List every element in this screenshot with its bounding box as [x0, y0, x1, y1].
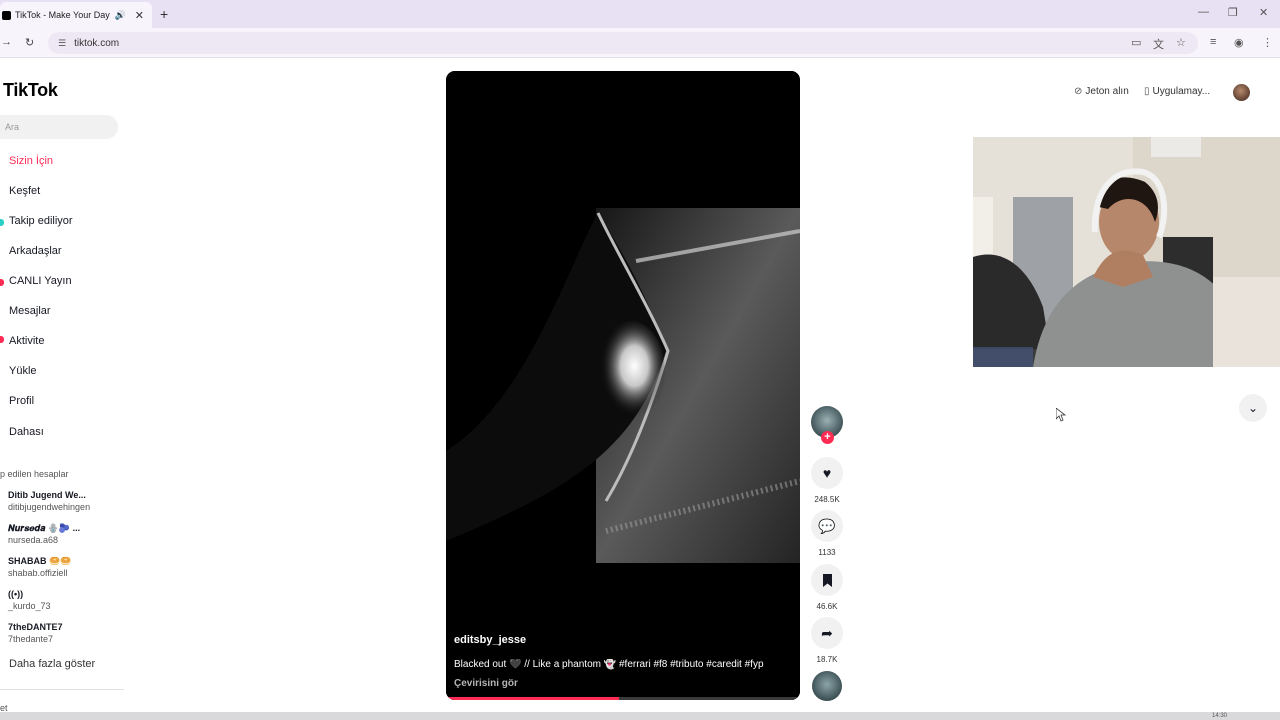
- save-button[interactable]: [811, 564, 843, 596]
- nav-for-you[interactable]: Sizin İçin: [9, 155, 53, 167]
- url-field[interactable]: ☰ tiktok.com: [48, 32, 1198, 54]
- close-window-icon[interactable]: ✕: [1259, 6, 1268, 19]
- account-handle: nurseda.a68: [8, 535, 59, 545]
- account-name: ((•)): [8, 589, 24, 599]
- nav-following[interactable]: Takip ediliyor: [9, 215, 73, 227]
- browser-tab-strip: TikTok - Make Your Day 🔊 ✕ + — ❐ ✕: [0, 0, 1280, 28]
- minimize-icon[interactable]: —: [1198, 6, 1209, 18]
- like-count: 248.5K: [814, 495, 840, 504]
- bookmark-star-icon[interactable]: ☆: [1176, 36, 1186, 49]
- activity-indicator: [0, 336, 4, 343]
- phone-icon: ▯: [1144, 86, 1150, 97]
- forward-icon[interactable]: →: [1, 36, 12, 48]
- media-control-icon[interactable]: ≡: [1210, 36, 1216, 48]
- follow-plus-icon[interactable]: +: [821, 431, 834, 444]
- account-name: Ditib Jugend We...: [8, 490, 86, 500]
- followed-account[interactable]: 7theDANTE7 7thedante7: [8, 621, 63, 645]
- see-translation-link[interactable]: Çevirisini gör: [454, 678, 518, 689]
- share-button[interactable]: ➦: [811, 617, 843, 649]
- url-text: tiktok.com: [74, 37, 120, 49]
- webcam-feed: [973, 137, 1280, 367]
- see-more-link[interactable]: Daha fazla göster: [9, 658, 95, 670]
- followed-accounts-title: p edilen hesaplar: [0, 469, 69, 479]
- sidebar-divider: [0, 689, 124, 690]
- comment-count: 1133: [818, 548, 836, 557]
- taskbar-clock: 14:30: [1212, 713, 1228, 719]
- restore-icon[interactable]: ❐: [1228, 6, 1238, 19]
- browser-tab[interactable]: TikTok - Make Your Day 🔊 ✕: [0, 2, 152, 28]
- account-handle: ditibjugendwehingen: [8, 502, 91, 512]
- nav-friends[interactable]: Arkadaşlar: [9, 245, 62, 257]
- followed-account[interactable]: SHABAB 🥯🥯 shabab.offiziell: [8, 555, 71, 579]
- tab-title: TikTok - Make Your Day: [15, 10, 110, 20]
- site-info-icon[interactable]: ☰: [58, 38, 66, 49]
- account-name: 7theDANTE7: [8, 622, 63, 632]
- account-handle: shabab.offiziell: [8, 568, 68, 578]
- new-tab-icon[interactable]: +: [160, 6, 168, 22]
- video-frame: [446, 71, 800, 700]
- profile-icon[interactable]: ◉: [1234, 36, 1244, 49]
- next-video-button[interactable]: ⌄: [1239, 394, 1267, 422]
- chevron-down-icon: ⌄: [1247, 401, 1259, 415]
- address-bar-row: → ↻ ☰ tiktok.com ▭ 文 ☆ ≡ ◉ ⋮: [0, 28, 1280, 58]
- get-app-button[interactable]: ▯ Uygulamay...: [1144, 86, 1210, 97]
- nav-live[interactable]: CANLI Yayın: [9, 275, 72, 287]
- video-progress-fill: [446, 697, 620, 700]
- coin-icon: ⊘: [1074, 86, 1083, 97]
- heart-icon: ♥: [822, 465, 832, 481]
- video-author[interactable]: editsby_jesse: [454, 634, 526, 646]
- account-name: 𝑵𝒖𝒓𝒔𝒆𝒅𝒂 🪬🫐 ...: [8, 523, 81, 533]
- nav-activity[interactable]: Aktivite: [9, 335, 44, 347]
- bookmark-icon: [822, 573, 832, 587]
- video-player[interactable]: editsby_jesse Blacked out 🖤 // Like a ph…: [446, 71, 800, 700]
- followed-account[interactable]: 𝑵𝒖𝒓𝒔𝒆𝒅𝒂 🪬🫐 ... nurseda.a68: [8, 522, 80, 546]
- like-button[interactable]: ♥: [811, 457, 843, 489]
- taskbar: [0, 712, 1280, 720]
- followed-account[interactable]: ((•)) _kurdo_73: [8, 588, 51, 612]
- get-coins-button[interactable]: ⊘ Jeton alın: [1074, 86, 1129, 97]
- share-count: 18.7K: [816, 655, 838, 664]
- get-coins-label: Jeton alın: [1085, 86, 1129, 97]
- video-caption: Blacked out 🖤 // Like a phantom 👻 #ferra…: [454, 659, 764, 670]
- mouse-cursor-icon: [1056, 408, 1066, 422]
- webcam-overlay: [973, 137, 1280, 367]
- tiktok-favicon-icon: [2, 10, 11, 20]
- nav-explore[interactable]: Keşfet: [9, 185, 40, 197]
- get-app-label: Uygulamay...: [1152, 86, 1211, 97]
- account-name: SHABAB 🥯🥯: [8, 556, 72, 566]
- sound-disc-avatar[interactable]: [812, 671, 842, 701]
- translate-icon[interactable]: 文: [1153, 36, 1164, 52]
- nav-messages[interactable]: Mesajlar: [9, 305, 51, 317]
- nav-upload[interactable]: Yükle: [9, 365, 37, 377]
- user-avatar[interactable]: [1233, 84, 1250, 101]
- account-handle: _kurdo_73: [8, 601, 51, 611]
- share-arrow-icon: ➦: [821, 624, 833, 641]
- comment-icon: 💬: [818, 517, 836, 534]
- video-progress-bar[interactable]: [446, 697, 800, 700]
- sidebar: TikTok Ara Sizin İçin Keşfet Takip edili…: [0, 58, 128, 720]
- speaker-icon[interactable]: 🔊: [115, 10, 126, 21]
- tiktok-logo[interactable]: TikTok: [3, 80, 58, 101]
- followed-account[interactable]: Ditib Jugend We... ditibjugendwehingen: [8, 489, 90, 513]
- nav-profile[interactable]: Profil: [9, 395, 34, 407]
- reload-icon[interactable]: ↻: [25, 36, 34, 49]
- menu-icon[interactable]: ⋮: [1262, 36, 1273, 49]
- search-input[interactable]: Ara: [0, 115, 118, 139]
- close-tab-icon[interactable]: ✕: [135, 9, 144, 22]
- comment-button[interactable]: 💬: [811, 510, 843, 542]
- live-indicator: [0, 279, 4, 286]
- cast-icon[interactable]: ▭: [1131, 36, 1141, 49]
- account-handle: 7thedante7: [8, 634, 54, 644]
- save-count: 46.6K: [816, 602, 838, 611]
- nav-more[interactable]: Dahası: [9, 426, 44, 438]
- following-indicator: [0, 219, 4, 226]
